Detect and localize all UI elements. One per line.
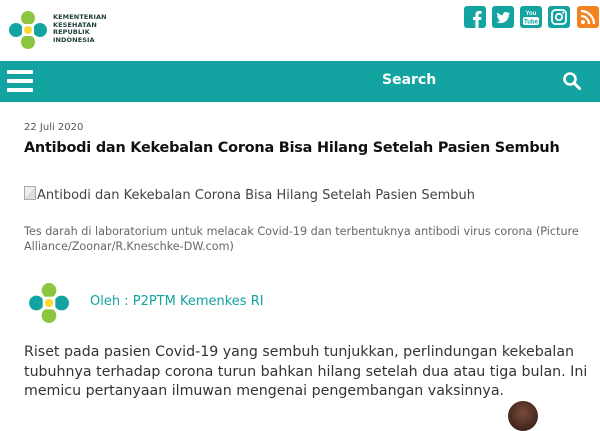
svg-text:You: You — [526, 11, 537, 17]
article-image: Antibodi dan Kekebalan Corona Bisa Hilan… — [24, 186, 475, 203]
ministry-name-line: INDONESIA — [53, 35, 95, 44]
image-caption: Tes darah di laboratorium untuk melacak … — [24, 225, 579, 253]
broken-image-icon — [24, 186, 36, 200]
hamburger-menu-icon[interactable] — [7, 70, 33, 92]
youtube-icon[interactable]: You Tube — [520, 6, 542, 28]
navigation-bar: Search — [0, 61, 600, 102]
ministry-name: KEMENTERIAN KESEHATAN REPUBLIK INDONESIA — [53, 13, 107, 44]
article-author[interactable]: Oleh : P2PTM Kemenkes RI — [90, 294, 264, 309]
article-title: Antibodi dan Kekebalan Corona Bisa Hilan… — [24, 140, 560, 156]
article-body: Riset pada pasien Covid-19 yang sembuh t… — [24, 344, 588, 399]
search-icon[interactable] — [562, 71, 582, 91]
search-label[interactable]: Search — [382, 72, 436, 88]
article-image-alt: Antibodi dan Kekebalan Corona Bisa Hilan… — [37, 188, 476, 203]
site-header: KEMENTERIAN KESEHATAN REPUBLIK INDONESIA… — [0, 0, 600, 61]
facebook-icon[interactable] — [464, 6, 486, 28]
rss-icon[interactable] — [577, 6, 599, 28]
chat-avatar[interactable] — [508, 401, 538, 431]
twitter-icon[interactable] — [492, 6, 514, 28]
kemenkes-logo[interactable] — [8, 10, 48, 50]
article-date: 22 Juli 2020 — [24, 122, 84, 133]
svg-text:Tube: Tube — [524, 20, 539, 26]
instagram-icon[interactable] — [548, 6, 570, 28]
author-logo — [29, 283, 69, 323]
